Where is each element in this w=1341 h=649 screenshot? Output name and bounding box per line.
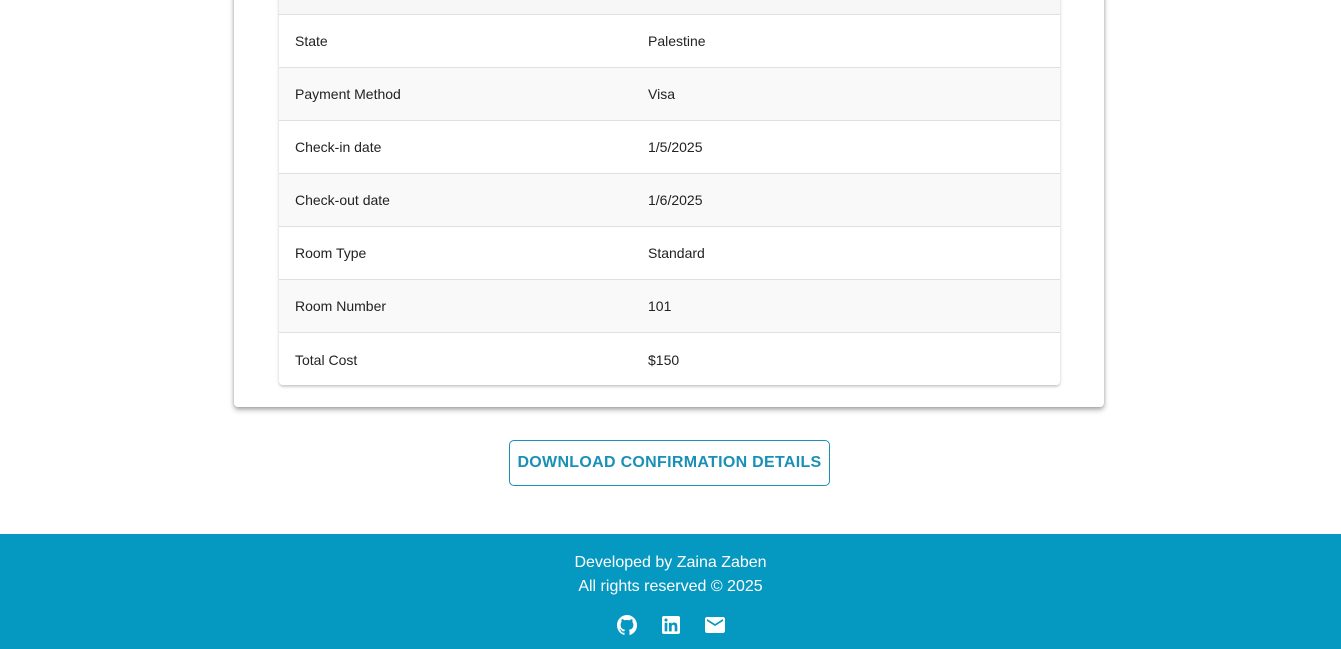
table-row-partial (279, 0, 1060, 15)
row-value: 1/6/2025 (648, 192, 703, 208)
row-label: Total Cost (295, 351, 358, 368)
row-label: Room Number (295, 298, 387, 314)
row-value: Palestine (648, 33, 706, 49)
row-label: State (295, 33, 328, 49)
footer-copyright-text: All rights reserved © 2025 (578, 578, 763, 595)
email-icon[interactable] (703, 613, 727, 637)
row-value: $150 (648, 351, 680, 368)
table-row: Room Type Standard (279, 227, 1060, 280)
row-value: 101 (648, 298, 672, 314)
download-button-container: DOWNLOAD CONFIRMATION DETAILS (509, 440, 830, 486)
table-row: Total Cost $150 (279, 333, 1060, 385)
row-label: Check-out date (295, 192, 390, 208)
footer-social-links (0, 613, 1341, 637)
row-value: 1/5/2025 (648, 139, 703, 155)
table-row: Room Number 101 (279, 280, 1060, 333)
row-value: Visa (648, 86, 675, 102)
row-label: Check-in date (295, 139, 382, 155)
linkedin-icon[interactable] (659, 613, 683, 637)
confirmation-card: State Palestine Payment Method Visa Chec… (234, 0, 1104, 407)
row-value: Standard (648, 245, 705, 261)
download-confirmation-button[interactable]: DOWNLOAD CONFIRMATION DETAILS (509, 440, 830, 486)
booking-details-table: State Palestine Payment Method Visa Chec… (279, 0, 1060, 385)
row-label: Room Type (295, 245, 367, 261)
page: State Palestine Payment Method Visa Chec… (0, 0, 1341, 649)
table-row: State Palestine (279, 15, 1060, 68)
table-row: Payment Method Visa (279, 68, 1060, 121)
table-row: Check-in date 1/5/2025 (279, 121, 1060, 174)
github-icon[interactable] (615, 613, 639, 637)
footer: Developed by Zaina Zaben All rights rese… (0, 534, 1341, 649)
table-row: Check-out date 1/6/2025 (279, 174, 1060, 227)
footer-developer-text: Developed by Zaina Zaben (574, 554, 767, 571)
row-label: Payment Method (295, 86, 401, 102)
